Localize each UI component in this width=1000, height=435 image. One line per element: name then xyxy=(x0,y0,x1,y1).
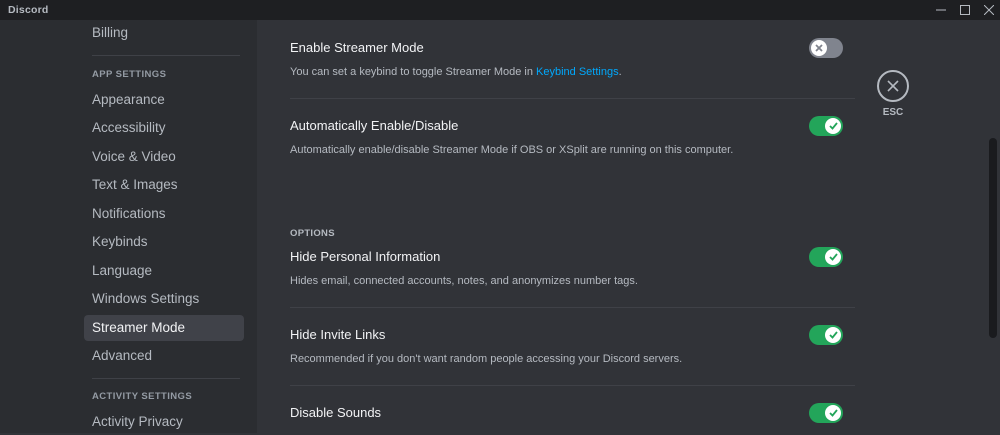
close-settings-button[interactable] xyxy=(877,70,909,102)
check-icon xyxy=(828,409,838,417)
check-icon xyxy=(828,253,838,261)
toggle-knob xyxy=(825,118,841,134)
title-bar: Discord xyxy=(0,0,1000,20)
toggle-knob xyxy=(811,40,827,56)
maximize-button[interactable] xyxy=(952,1,978,19)
setting-divider xyxy=(290,98,855,99)
sidebar-item-language[interactable]: Language xyxy=(84,258,244,284)
options-header: OPTIONS xyxy=(290,228,335,239)
sidebar-item-activity-privacy[interactable]: Activity Privacy xyxy=(84,409,244,435)
settings-content: Enable Streamer Mode You can set a keybi… xyxy=(257,20,1000,433)
app-title: Discord xyxy=(8,4,49,16)
hide-personal-info-desc: Hides email, connected accounts, notes, … xyxy=(290,275,638,287)
setting-divider xyxy=(290,385,855,386)
sidebar-item-notifications[interactable]: Notifications xyxy=(84,201,244,227)
sidebar-item-keybinds[interactable]: Keybinds xyxy=(84,229,244,255)
maximize-icon xyxy=(960,5,970,15)
close-window-button[interactable] xyxy=(976,1,1000,19)
toggle-knob xyxy=(825,327,841,343)
auto-enable-title: Automatically Enable/Disable xyxy=(290,118,459,133)
minimize-button[interactable] xyxy=(928,1,954,19)
disable-sounds-toggle[interactable] xyxy=(809,403,843,423)
hide-personal-info-title: Hide Personal Information xyxy=(290,249,441,264)
sidebar-item-text-images[interactable]: Text & Images xyxy=(84,172,244,198)
settings-sidebar: Billing APP SETTINGS Appearance Accessib… xyxy=(0,20,257,433)
enable-streamer-mode-toggle[interactable] xyxy=(809,38,843,58)
x-icon xyxy=(815,44,823,52)
check-icon xyxy=(828,122,838,130)
esc-label: ESC xyxy=(882,107,904,118)
sidebar-item-streamer-mode[interactable]: Streamer Mode xyxy=(84,315,244,341)
sidebar-item-advanced[interactable]: Advanced xyxy=(84,343,244,369)
hide-invite-links-title: Hide Invite Links xyxy=(290,327,386,342)
sidebar-item-billing[interactable]: Billing xyxy=(84,20,244,46)
desc-text: You can set a keybind to toggle Streamer… xyxy=(290,66,537,78)
auto-enable-desc: Automatically enable/disable Streamer Mo… xyxy=(290,144,734,156)
sidebar-item-voice-video[interactable]: Voice & Video xyxy=(84,144,244,170)
toggle-knob xyxy=(825,405,841,421)
sidebar-divider xyxy=(92,378,240,379)
toggle-knob xyxy=(825,249,841,265)
enable-streamer-mode-desc: You can set a keybind to toggle Streamer… xyxy=(290,66,622,78)
hide-invite-links-toggle[interactable] xyxy=(809,325,843,345)
disable-sounds-title: Disable Sounds xyxy=(290,405,382,420)
desc-suffix: . xyxy=(618,66,622,78)
auto-enable-toggle[interactable] xyxy=(809,116,843,136)
minimize-icon xyxy=(936,9,946,11)
app-settings-header: APP SETTINGS xyxy=(92,69,167,80)
close-icon xyxy=(984,5,994,15)
check-icon xyxy=(828,331,838,339)
hide-personal-info-toggle[interactable] xyxy=(809,247,843,267)
sidebar-item-appearance[interactable]: Appearance xyxy=(84,87,244,113)
close-icon xyxy=(887,80,899,92)
sidebar-item-accessibility[interactable]: Accessibility xyxy=(84,115,244,141)
sidebar-item-windows-settings[interactable]: Windows Settings xyxy=(84,286,244,312)
setting-divider xyxy=(290,307,855,308)
sidebar-divider xyxy=(92,55,240,56)
hide-invite-links-desc: Recommended if you don't want random peo… xyxy=(290,353,683,365)
activity-settings-header: ACTIVITY SETTINGS xyxy=(92,391,193,402)
scrollbar-thumb[interactable] xyxy=(989,138,997,338)
keybind-settings-link[interactable]: Keybind Settings xyxy=(536,66,619,78)
enable-streamer-mode-title: Enable Streamer Mode xyxy=(290,40,424,55)
